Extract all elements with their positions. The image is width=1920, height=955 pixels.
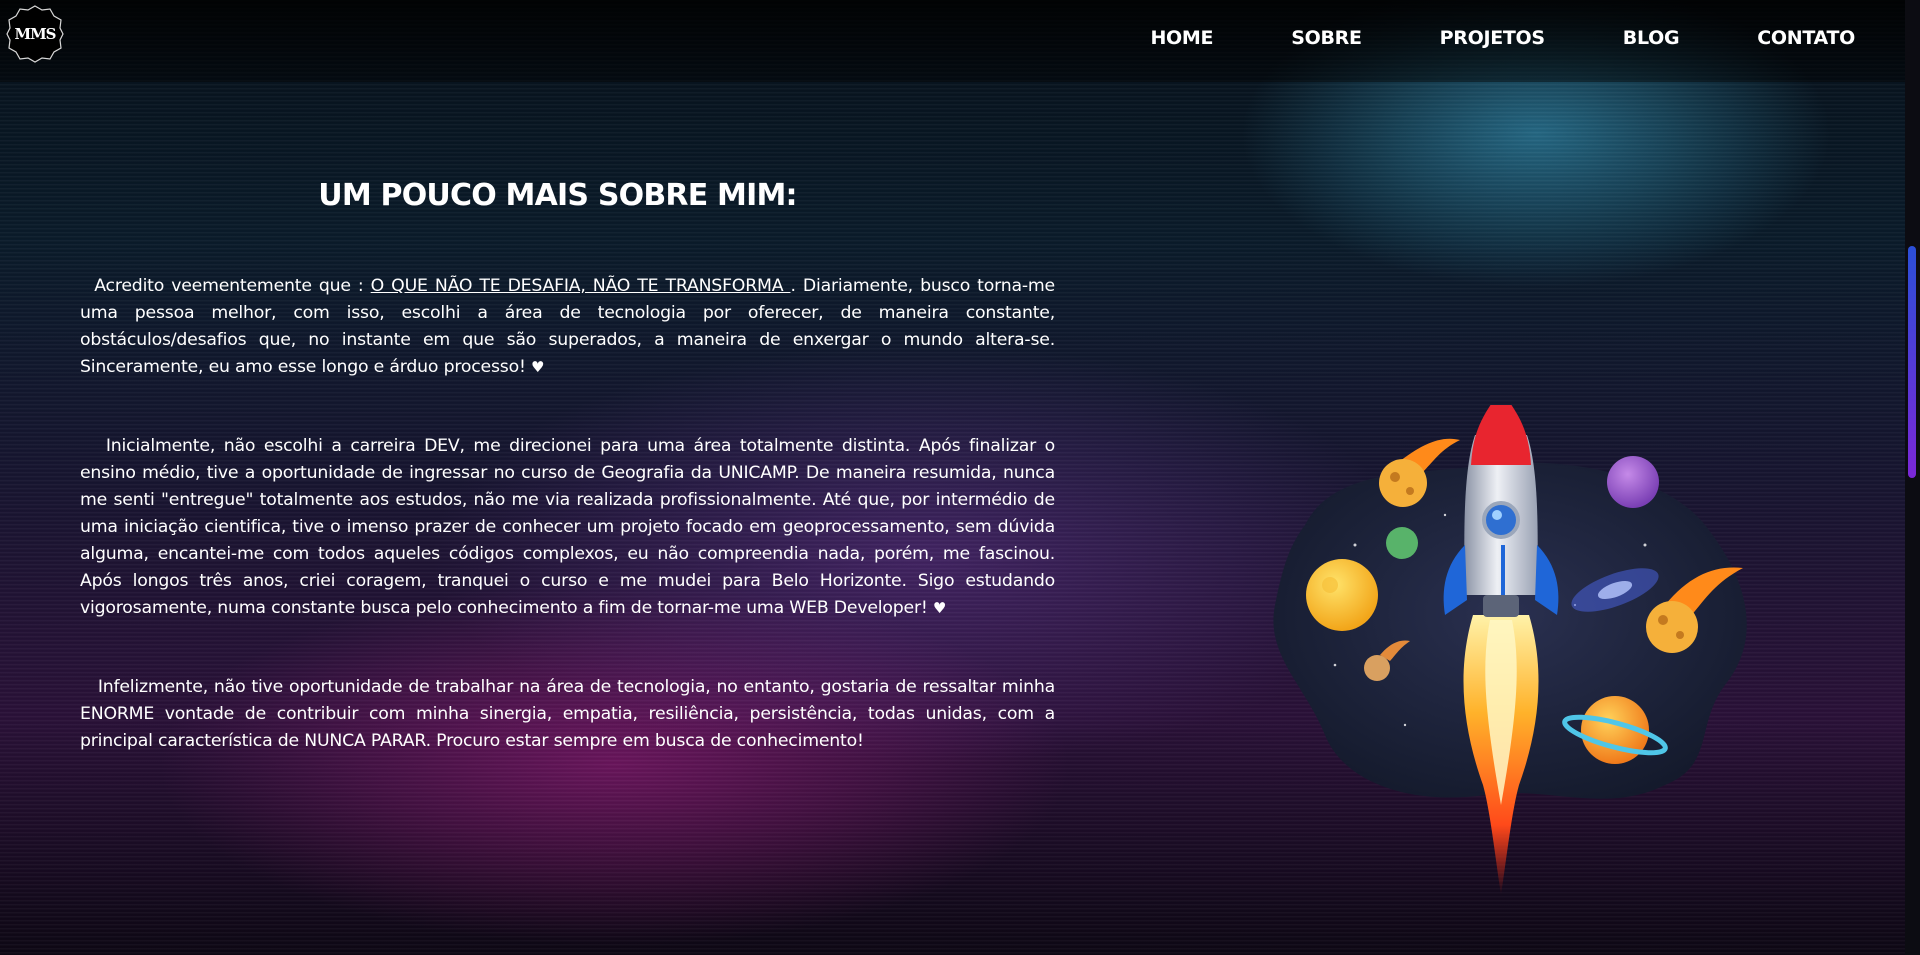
page-title: UM POUCO MAIS SOBRE MIM: [318,178,797,213]
p3-text: Infelizmente, não tive oportunidade de t… [80,677,1055,751]
green-planet [1386,527,1418,559]
logo-text: MMS [14,25,56,43]
p1-prefix: Acredito veementemente que : [94,276,371,296]
rocket-illustration [1245,390,1765,905]
navbar: MMS HOME SOBRE PROJETOS BLOG CONTATO [0,0,1905,82]
about-paragraph-3: Infelizmente, não tive oportunidade de t… [80,674,1055,755]
about-section: UM POUCO MAIS SOBRE MIM: Acredito veemen… [80,178,1055,807]
p2-text: Inicialmente, não escolhi a carreira DEV… [80,436,1055,618]
about-paragraph-1: Acredito veementemente que : O QUE NÃO T… [80,273,1055,381]
logo-link[interactable]: MMS [5,4,65,64]
rocket-flame [1463,615,1539,895]
nav-projetos[interactable]: PROJETOS [1440,27,1545,49]
scrollbar-thumb[interactable] [1908,246,1916,478]
heart-icon: ♥ [530,358,545,376]
heart-icon: ♥ [932,599,947,617]
yellow-planet [1306,559,1378,631]
purple-planet [1607,456,1659,508]
main-nav: HOME SOBRE PROJETOS BLOG CONTATO [1072,27,1855,49]
nav-home[interactable]: HOME [1150,27,1213,49]
nav-blog[interactable]: BLOG [1623,27,1680,49]
rocket-planets-illustration [1273,390,1747,895]
nav-sobre[interactable]: SOBRE [1291,27,1362,49]
vertical-scrollbar[interactable] [1905,0,1920,955]
nav-contato[interactable]: CONTATO [1757,27,1855,49]
about-paragraph-2: Inicialmente, não escolhi a carreira DEV… [80,433,1055,622]
motto-highlight: O QUE NÃO TE DESAFIA, NÃO TE TRANSFORMA [370,276,791,296]
